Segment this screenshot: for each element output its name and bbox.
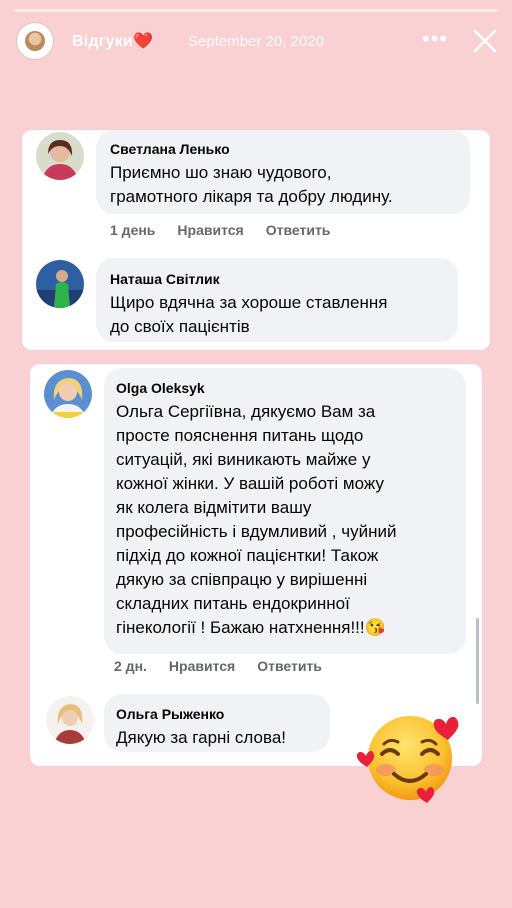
like-button[interactable]: Нравится bbox=[169, 658, 235, 674]
comment-text: Дякую за гарні слова! bbox=[116, 728, 286, 747]
scrollbar[interactable] bbox=[476, 618, 479, 704]
comment-text: Приємно шо знаю чудового, грамотного лік… bbox=[110, 163, 393, 206]
comment-time[interactable]: 2 дн. bbox=[114, 658, 147, 674]
avatar[interactable] bbox=[44, 370, 92, 418]
story-header: Відгуки❤️ September 20, 2020 ••• bbox=[0, 20, 512, 64]
comment-time[interactable]: 1 день bbox=[110, 222, 155, 238]
more-options-icon[interactable]: ••• bbox=[422, 28, 448, 50]
avatar[interactable] bbox=[36, 260, 84, 308]
comment-text: Ольга Сергіївна, дякуємо Вам за просте п… bbox=[116, 402, 397, 637]
comment-author[interactable]: Наташа Світлик bbox=[110, 271, 220, 287]
comment-author[interactable]: Olga Oleksyk bbox=[116, 380, 205, 396]
story-title-text: Відгуки bbox=[72, 33, 133, 50]
avatar[interactable] bbox=[36, 132, 84, 180]
smiling-face-with-hearts-icon bbox=[356, 716, 459, 803]
reply-button[interactable]: Ответить bbox=[257, 658, 322, 674]
story-avatar[interactable] bbox=[17, 23, 53, 59]
story-progress-bar bbox=[14, 9, 498, 12]
avatar[interactable] bbox=[46, 696, 94, 744]
comment-actions: 2 дн. Нравится Ответить bbox=[114, 658, 344, 674]
comment-author[interactable]: Светлана Ленько bbox=[110, 141, 230, 157]
story-title: Відгуки❤️ bbox=[72, 31, 153, 51]
story-date: September 20, 2020 bbox=[188, 33, 324, 50]
comment-text: Щиро вдячна за хороше ставлення до своїх… bbox=[110, 293, 388, 336]
comments-screenshot-card-1: Светлана Ленько Приємно шо знаю чудового… bbox=[22, 130, 490, 350]
heart-icon: ❤️ bbox=[132, 33, 154, 50]
reply-button[interactable]: Ответить bbox=[266, 222, 331, 238]
like-button[interactable]: Нравится bbox=[177, 222, 243, 238]
close-icon[interactable] bbox=[470, 26, 500, 56]
comment-actions: 1 день Нравится Ответить bbox=[110, 222, 352, 238]
comment-author[interactable]: Ольга Рыженко bbox=[116, 706, 224, 722]
